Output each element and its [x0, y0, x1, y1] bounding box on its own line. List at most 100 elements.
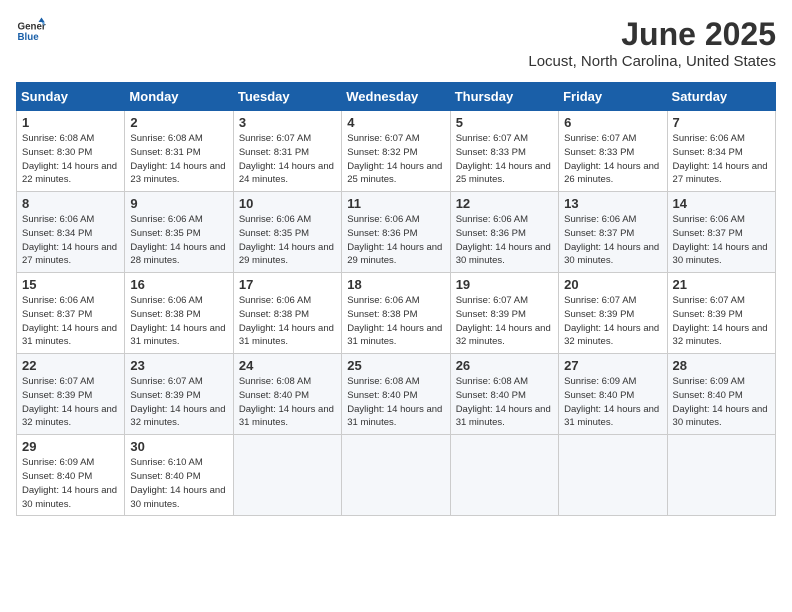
header-saturday: Saturday [667, 83, 775, 111]
day-info: Sunrise: 6:06 AM Sunset: 8:35 PM Dayligh… [239, 213, 336, 268]
calendar-row: 29 Sunrise: 6:09 AM Sunset: 8:40 PM Dayl… [17, 435, 776, 516]
calendar-row: 8 Sunrise: 6:06 AM Sunset: 8:34 PM Dayli… [17, 192, 776, 273]
calendar-cell: 24 Sunrise: 6:08 AM Sunset: 8:40 PM Dayl… [233, 354, 341, 435]
calendar-cell: 29 Sunrise: 6:09 AM Sunset: 8:40 PM Dayl… [17, 435, 125, 516]
day-number: 24 [239, 358, 336, 373]
day-number: 5 [456, 115, 553, 130]
day-number: 6 [564, 115, 661, 130]
header-tuesday: Tuesday [233, 83, 341, 111]
day-info: Sunrise: 6:06 AM Sunset: 8:38 PM Dayligh… [239, 294, 336, 349]
weekday-header-row: Sunday Monday Tuesday Wednesday Thursday… [17, 83, 776, 111]
calendar-cell: 17 Sunrise: 6:06 AM Sunset: 8:38 PM Dayl… [233, 273, 341, 354]
calendar-cell: 9 Sunrise: 6:06 AM Sunset: 8:35 PM Dayli… [125, 192, 233, 273]
day-info: Sunrise: 6:08 AM Sunset: 8:40 PM Dayligh… [239, 375, 336, 430]
page-header: General Blue June 2025 Locust, North Car… [16, 16, 776, 70]
day-number: 17 [239, 277, 336, 292]
day-number: 14 [673, 196, 770, 211]
day-info: Sunrise: 6:08 AM Sunset: 8:40 PM Dayligh… [347, 375, 444, 430]
calendar-title: June 2025 [528, 16, 776, 53]
svg-text:Blue: Blue [18, 32, 40, 43]
calendar-subtitle: Locust, North Carolina, United States [528, 53, 776, 70]
day-info: Sunrise: 6:07 AM Sunset: 8:39 PM Dayligh… [673, 294, 770, 349]
calendar-cell: 21 Sunrise: 6:07 AM Sunset: 8:39 PM Dayl… [667, 273, 775, 354]
day-info: Sunrise: 6:07 AM Sunset: 8:39 PM Dayligh… [564, 294, 661, 349]
title-block: June 2025 Locust, North Carolina, United… [528, 16, 776, 70]
day-number: 16 [130, 277, 227, 292]
calendar-cell: 27 Sunrise: 6:09 AM Sunset: 8:40 PM Dayl… [559, 354, 667, 435]
day-info: Sunrise: 6:09 AM Sunset: 8:40 PM Dayligh… [673, 375, 770, 430]
day-info: Sunrise: 6:07 AM Sunset: 8:39 PM Dayligh… [22, 375, 119, 430]
day-info: Sunrise: 6:08 AM Sunset: 8:30 PM Dayligh… [22, 132, 119, 187]
day-number: 7 [673, 115, 770, 130]
calendar-cell: 30 Sunrise: 6:10 AM Sunset: 8:40 PM Dayl… [125, 435, 233, 516]
day-info: Sunrise: 6:10 AM Sunset: 8:40 PM Dayligh… [130, 456, 227, 511]
calendar-cell: 6 Sunrise: 6:07 AM Sunset: 8:33 PM Dayli… [559, 111, 667, 192]
day-info: Sunrise: 6:06 AM Sunset: 8:35 PM Dayligh… [130, 213, 227, 268]
day-number: 27 [564, 358, 661, 373]
calendar-cell: 25 Sunrise: 6:08 AM Sunset: 8:40 PM Dayl… [342, 354, 450, 435]
calendar-cell: 22 Sunrise: 6:07 AM Sunset: 8:39 PM Dayl… [17, 354, 125, 435]
calendar-cell [450, 435, 558, 516]
calendar-cell [342, 435, 450, 516]
day-number: 19 [456, 277, 553, 292]
day-info: Sunrise: 6:08 AM Sunset: 8:31 PM Dayligh… [130, 132, 227, 187]
header-monday: Monday [125, 83, 233, 111]
day-info: Sunrise: 6:06 AM Sunset: 8:34 PM Dayligh… [673, 132, 770, 187]
calendar-cell [559, 435, 667, 516]
day-number: 30 [130, 439, 227, 454]
day-number: 4 [347, 115, 444, 130]
svg-text:General: General [18, 22, 47, 33]
calendar-cell: 8 Sunrise: 6:06 AM Sunset: 8:34 PM Dayli… [17, 192, 125, 273]
calendar-cell: 11 Sunrise: 6:06 AM Sunset: 8:36 PM Dayl… [342, 192, 450, 273]
day-info: Sunrise: 6:09 AM Sunset: 8:40 PM Dayligh… [22, 456, 119, 511]
day-info: Sunrise: 6:07 AM Sunset: 8:39 PM Dayligh… [456, 294, 553, 349]
day-info: Sunrise: 6:09 AM Sunset: 8:40 PM Dayligh… [564, 375, 661, 430]
calendar-cell: 26 Sunrise: 6:08 AM Sunset: 8:40 PM Dayl… [450, 354, 558, 435]
header-wednesday: Wednesday [342, 83, 450, 111]
day-number: 26 [456, 358, 553, 373]
calendar-cell: 19 Sunrise: 6:07 AM Sunset: 8:39 PM Dayl… [450, 273, 558, 354]
day-info: Sunrise: 6:06 AM Sunset: 8:37 PM Dayligh… [673, 213, 770, 268]
day-info: Sunrise: 6:06 AM Sunset: 8:38 PM Dayligh… [130, 294, 227, 349]
calendar-cell: 18 Sunrise: 6:06 AM Sunset: 8:38 PM Dayl… [342, 273, 450, 354]
calendar-cell [233, 435, 341, 516]
day-info: Sunrise: 6:06 AM Sunset: 8:34 PM Dayligh… [22, 213, 119, 268]
day-number: 3 [239, 115, 336, 130]
calendar-cell: 28 Sunrise: 6:09 AM Sunset: 8:40 PM Dayl… [667, 354, 775, 435]
day-info: Sunrise: 6:07 AM Sunset: 8:33 PM Dayligh… [456, 132, 553, 187]
calendar-cell: 16 Sunrise: 6:06 AM Sunset: 8:38 PM Dayl… [125, 273, 233, 354]
calendar-row: 1 Sunrise: 6:08 AM Sunset: 8:30 PM Dayli… [17, 111, 776, 192]
day-number: 21 [673, 277, 770, 292]
day-number: 2 [130, 115, 227, 130]
calendar-cell: 1 Sunrise: 6:08 AM Sunset: 8:30 PM Dayli… [17, 111, 125, 192]
day-info: Sunrise: 6:07 AM Sunset: 8:32 PM Dayligh… [347, 132, 444, 187]
day-number: 25 [347, 358, 444, 373]
day-info: Sunrise: 6:06 AM Sunset: 8:37 PM Dayligh… [564, 213, 661, 268]
header-thursday: Thursday [450, 83, 558, 111]
day-info: Sunrise: 6:07 AM Sunset: 8:39 PM Dayligh… [130, 375, 227, 430]
logo-icon: General Blue [16, 16, 46, 46]
day-number: 18 [347, 277, 444, 292]
calendar-cell: 7 Sunrise: 6:06 AM Sunset: 8:34 PM Dayli… [667, 111, 775, 192]
day-info: Sunrise: 6:08 AM Sunset: 8:40 PM Dayligh… [456, 375, 553, 430]
day-number: 15 [22, 277, 119, 292]
day-number: 12 [456, 196, 553, 211]
day-number: 9 [130, 196, 227, 211]
day-number: 29 [22, 439, 119, 454]
calendar-cell: 23 Sunrise: 6:07 AM Sunset: 8:39 PM Dayl… [125, 354, 233, 435]
day-number: 28 [673, 358, 770, 373]
calendar-cell: 5 Sunrise: 6:07 AM Sunset: 8:33 PM Dayli… [450, 111, 558, 192]
header-sunday: Sunday [17, 83, 125, 111]
day-info: Sunrise: 6:06 AM Sunset: 8:36 PM Dayligh… [347, 213, 444, 268]
day-info: Sunrise: 6:06 AM Sunset: 8:36 PM Dayligh… [456, 213, 553, 268]
calendar-table: Sunday Monday Tuesday Wednesday Thursday… [16, 82, 776, 516]
day-info: Sunrise: 6:06 AM Sunset: 8:37 PM Dayligh… [22, 294, 119, 349]
calendar-cell: 4 Sunrise: 6:07 AM Sunset: 8:32 PM Dayli… [342, 111, 450, 192]
calendar-row: 22 Sunrise: 6:07 AM Sunset: 8:39 PM Dayl… [17, 354, 776, 435]
calendar-cell [667, 435, 775, 516]
calendar-cell: 15 Sunrise: 6:06 AM Sunset: 8:37 PM Dayl… [17, 273, 125, 354]
day-info: Sunrise: 6:07 AM Sunset: 8:31 PM Dayligh… [239, 132, 336, 187]
calendar-row: 15 Sunrise: 6:06 AM Sunset: 8:37 PM Dayl… [17, 273, 776, 354]
logo: General Blue [16, 16, 46, 46]
calendar-cell: 12 Sunrise: 6:06 AM Sunset: 8:36 PM Dayl… [450, 192, 558, 273]
